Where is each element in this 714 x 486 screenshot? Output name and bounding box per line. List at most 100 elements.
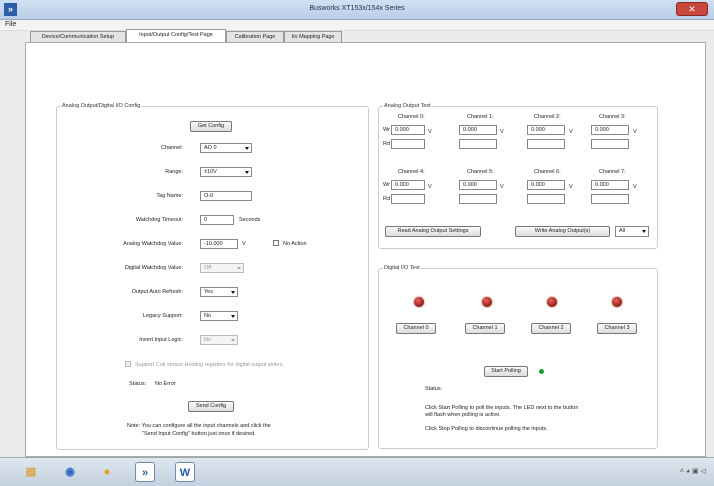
wr-label-row1: Wr (383, 127, 390, 133)
channel-2-led-icon (547, 297, 557, 307)
channel-4-read-field (391, 194, 425, 204)
taskbar: ▤ ◉ ● » W ˄ ◕ ▣ ◁ (0, 457, 714, 486)
chevron-down-icon (231, 339, 235, 342)
channel-1-write-input[interactable]: 0.000 (459, 125, 497, 135)
analog-watchdog-unit: V (242, 241, 246, 247)
config-group: Analog Output/Digital I/O Config Get Con… (56, 103, 369, 450)
channel-3-write-input[interactable]: 0.000 (591, 125, 629, 135)
window-title: Busworks XT153x/154x Series (309, 5, 405, 12)
media-icon[interactable]: ◉ (60, 462, 80, 482)
analog-watchdog-input[interactable]: -10.000 (200, 239, 238, 249)
folder-icon[interactable]: ▤ (21, 462, 41, 482)
coil-support-label: Support Coil versus Holding registers fo… (135, 362, 284, 368)
invert-logic-label: Invert Input Logic: (139, 337, 183, 343)
channel-4-unit: V (428, 184, 432, 190)
chrome-icon[interactable]: ● (97, 462, 117, 482)
write-analog-outputs-button[interactable]: Write Analog Output(s) (515, 226, 610, 237)
wr-label-row2: Wr (383, 182, 390, 188)
tag-name-label: Tag Name: (156, 193, 183, 199)
channel-5-read-field (459, 194, 497, 204)
tab-calibration[interactable]: Calibration Page (226, 31, 284, 42)
polling-led-icon (539, 369, 544, 374)
channel-7-write-input[interactable]: 0.000 (591, 180, 629, 190)
channel-3-unit: V (633, 129, 637, 135)
channel-2-button[interactable]: Channel 2 (531, 323, 571, 334)
channel-2-unit: V (569, 129, 573, 135)
output-target-select[interactable]: All (615, 226, 649, 237)
range-select-value: ±10V (204, 169, 217, 175)
tab-io-config-test[interactable]: Input/Output Config/Test Page (126, 29, 226, 42)
chevron-down-icon (231, 291, 235, 294)
channel-5-unit: V (500, 184, 504, 190)
channel-2-write-input[interactable]: 0.000 (527, 125, 565, 135)
status-value: No Error (155, 381, 176, 387)
channel-7-read-field (591, 194, 629, 204)
digital-watchdog-label: Digital Watchdog Value: (124, 265, 183, 271)
busworks-icon[interactable]: » (135, 462, 155, 482)
range-label: Range: (165, 169, 183, 175)
channel-5-label: Channel 5: (467, 169, 494, 175)
channel-1-read-field (459, 139, 497, 149)
channel-1-unit: V (500, 129, 504, 135)
auto-refresh-select[interactable]: Yes (200, 287, 238, 297)
tab-panel: Analog Output/Digital I/O Config Get Con… (25, 42, 706, 457)
watchdog-timeout-input[interactable]: 0 (200, 215, 234, 225)
note-line-2: "Send Input Config" button just once if … (142, 431, 256, 437)
digital-io-test-group: Digital I/O Test Channel 0 Channel 1 Cha… (378, 265, 658, 449)
auto-refresh-label: Output Auto Refresh: (131, 289, 183, 295)
output-target-value: All (619, 228, 626, 234)
send-config-button[interactable]: Send Config (188, 401, 234, 412)
channel-0-read-field (391, 139, 425, 149)
channel-7-label: Channel 7: (599, 169, 626, 175)
read-analog-output-settings-button[interactable]: Read Analog Output Settings (385, 226, 481, 237)
digital-watchdog-value: Off (204, 265, 212, 271)
range-select[interactable]: ±10V (200, 167, 252, 177)
channel-2-read-field (527, 139, 565, 149)
invert-logic-select: No (200, 335, 238, 345)
tab-io-mapping[interactable]: I/o Mapping Page (284, 31, 342, 42)
channel-select[interactable]: AO 0 (200, 143, 252, 153)
channel-0-led-icon (414, 297, 424, 307)
no-action-checkbox[interactable] (273, 240, 279, 246)
channel-1-button[interactable]: Channel 1 (465, 323, 505, 334)
channel-select-value: AO 0 (204, 145, 217, 151)
tab-device-communication-setup[interactable]: Device/Communication Setup (30, 31, 126, 42)
legacy-support-select[interactable]: No (200, 311, 238, 321)
legacy-support-value: No (204, 313, 212, 319)
system-tray[interactable]: ˄ ◕ ▣ ◁ (680, 467, 706, 475)
invert-logic-value: No (204, 337, 212, 343)
chevron-down-icon (245, 171, 249, 174)
help-line-1: Click Start Polling to poll the inputs. … (425, 405, 579, 411)
watchdog-timeout-unit: Seconds (239, 217, 261, 223)
word-icon[interactable]: W (175, 462, 195, 482)
channel-4-write-input[interactable]: 0.000 (391, 180, 425, 190)
channel-3-button[interactable]: Channel 3 (597, 323, 637, 334)
channel-0-button[interactable]: Channel 0 (396, 323, 436, 334)
status-label: Status: (129, 381, 147, 387)
get-config-button[interactable]: Get Config (190, 121, 232, 132)
channel-0-unit: V (428, 129, 432, 135)
menu-file[interactable]: File (5, 21, 16, 28)
channel-6-label: Channel 6: (534, 169, 561, 175)
chevron-down-icon (237, 267, 241, 270)
start-polling-button[interactable]: Start Polling (484, 366, 528, 377)
channel-6-read-field (527, 194, 565, 204)
rd-label-row2: Rd (383, 196, 391, 202)
rd-label-row1: Rd (383, 141, 391, 147)
analog-watchdog-label: Analog Watchdog Value: (123, 241, 183, 247)
channel-5-write-input[interactable]: 0.000 (459, 180, 497, 190)
channel-7-unit: V (633, 184, 637, 190)
digital-watchdog-select: Off (200, 263, 244, 273)
channel-0-write-input[interactable]: 0.000 (391, 125, 425, 135)
analog-output-test-title: Analog Output Test (383, 103, 432, 109)
tag-name-input[interactable]: O-0 (200, 191, 252, 201)
title-bar: » Busworks XT153x/154x Series ✕ (0, 0, 714, 20)
channel-6-write-input[interactable]: 0.000 (527, 180, 565, 190)
channel-2-label: Channel 2: (534, 114, 561, 120)
auto-refresh-value: Yes (204, 289, 213, 295)
help-line-2: will flash when polling is active. (425, 412, 501, 418)
channel-3-label: Channel 3: (599, 114, 626, 120)
close-button[interactable]: ✕ (676, 2, 708, 16)
note-line-1: Note: You can configure all the input ch… (127, 423, 271, 429)
channel-1-label: Channel 1: (467, 114, 494, 120)
